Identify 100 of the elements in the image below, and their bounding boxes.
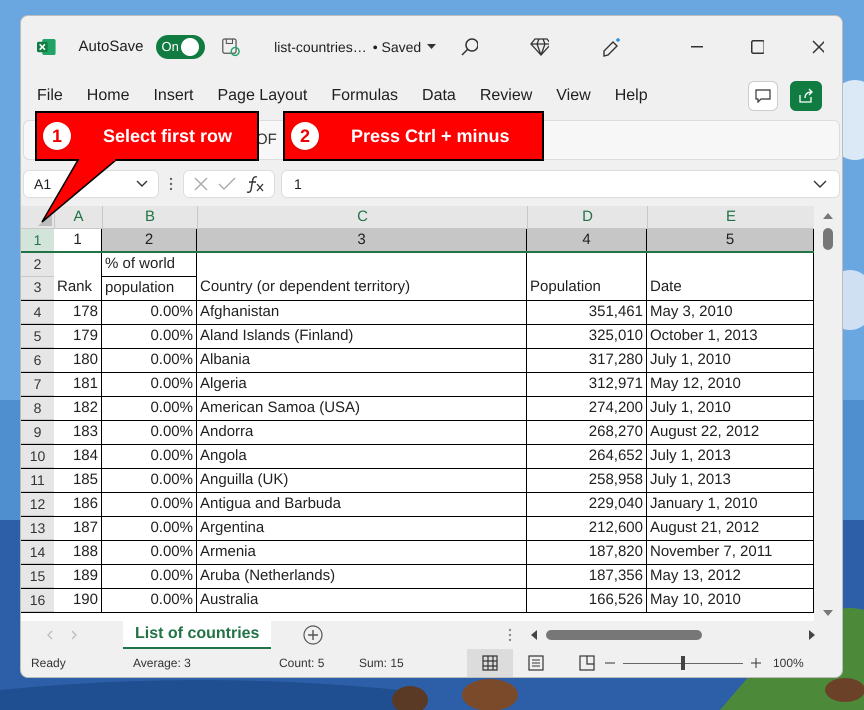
scroll-left-icon[interactable] xyxy=(530,629,538,641)
column-header[interactable]: D xyxy=(527,206,647,228)
menu-item[interactable]: Home xyxy=(76,84,140,108)
zoom-slider[interactable] xyxy=(623,656,743,670)
column-header[interactable]: C xyxy=(197,206,527,228)
table-cell: Andorra xyxy=(197,421,527,444)
menu-item[interactable]: Page Layout xyxy=(207,84,318,108)
chevron-down-icon xyxy=(136,180,148,188)
table-cell: 0.00% xyxy=(102,493,197,516)
zoom-in-icon[interactable] xyxy=(751,658,761,668)
menu-item[interactable]: File xyxy=(27,84,73,108)
scroll-down-icon[interactable] xyxy=(822,609,834,617)
status-text: Average: 3 xyxy=(133,655,192,672)
excel-logo-icon[interactable] xyxy=(37,37,56,57)
table-cell: 0.00% xyxy=(102,565,197,588)
formula-field[interactable]: 1 xyxy=(281,170,840,198)
table-cell: 312,971 xyxy=(527,373,647,396)
table-cell: 180 xyxy=(54,349,102,372)
maximize-icon[interactable] xyxy=(751,40,764,54)
checkmark-icon[interactable] xyxy=(218,177,236,191)
scroll-right-icon[interactable] xyxy=(808,629,816,641)
row-header[interactable]: 11 xyxy=(21,469,54,492)
chevron-down-icon xyxy=(813,180,827,188)
table-cell: 274,200 xyxy=(527,397,647,420)
row-header[interactable]: 5 xyxy=(21,325,54,348)
table-cell: 2 xyxy=(102,229,197,251)
pen-sparkle-icon[interactable] xyxy=(601,36,621,58)
table-cell: 184 xyxy=(54,445,102,468)
status-text: Count: 5 xyxy=(279,655,326,672)
table-cell: 185 xyxy=(54,469,102,492)
row-header[interactable]: 14 xyxy=(21,541,54,564)
comment-icon xyxy=(755,89,771,103)
table-cell: 187 xyxy=(54,517,102,540)
menu-item[interactable]: Data xyxy=(412,84,466,108)
share-icon xyxy=(798,88,814,104)
status-text: Sum: 15 xyxy=(359,655,405,672)
table-cell: Aruba (Netherlands) xyxy=(197,565,527,588)
row-header[interactable]: 9 xyxy=(21,421,54,444)
menu-item[interactable]: Help xyxy=(604,84,658,108)
table-cell: 166,526 xyxy=(527,589,647,612)
row-header[interactable]: 13 xyxy=(21,517,54,540)
table-cell: 264,652 xyxy=(527,445,647,468)
row-header[interactable]: 6 xyxy=(21,349,54,372)
menu-item[interactable]: View xyxy=(546,84,601,108)
more-options-icon[interactable] xyxy=(169,177,173,191)
table-cell: 179 xyxy=(54,325,102,348)
row-header[interactable]: 2 xyxy=(21,253,54,276)
column-header[interactable]: B xyxy=(102,206,197,228)
row-header[interactable]: 16 xyxy=(21,589,54,612)
share-button[interactable] xyxy=(790,81,822,111)
file-name-dropdown[interactable]: list-countries… • Saved xyxy=(274,36,436,58)
table-cell: Angola xyxy=(197,445,527,468)
row-header[interactable]: 7 xyxy=(21,373,54,396)
search-icon[interactable] xyxy=(460,37,478,57)
table-cell: 4 xyxy=(527,229,647,251)
diamond-icon[interactable] xyxy=(530,37,550,57)
scroll-up-icon[interactable] xyxy=(822,212,834,220)
table-cell: Antigua and Barbuda xyxy=(197,493,527,516)
scroll-thumb[interactable] xyxy=(546,630,702,640)
menu-item[interactable]: Review xyxy=(470,84,542,108)
table-cell: 187,356 xyxy=(527,565,647,588)
table-cell: 181 xyxy=(54,373,102,396)
comments-button[interactable] xyxy=(748,81,778,111)
scroll-thumb[interactable] xyxy=(823,228,834,250)
table-cell: 178 xyxy=(54,301,102,324)
table-cell: 258,958 xyxy=(527,469,647,492)
menu-item[interactable]: Insert xyxy=(143,84,204,108)
sheet-tab[interactable]: List of countries xyxy=(123,621,272,649)
table-cell: 5 xyxy=(647,229,814,251)
close-icon[interactable] xyxy=(812,40,824,54)
row-header[interactable]: 10 xyxy=(21,445,54,468)
menu-item[interactable]: Formulas xyxy=(321,84,408,108)
normal-view-button[interactable] xyxy=(467,649,513,677)
page-break-view-icon[interactable] xyxy=(579,655,595,671)
row-header[interactable]: 3 xyxy=(21,276,54,300)
row-header[interactable]: 15 xyxy=(21,565,54,588)
row-header[interactable]: 1 xyxy=(21,229,54,251)
table-cell: 0.00% xyxy=(102,349,197,372)
autosave-toggle[interactable]: On xyxy=(156,35,205,59)
slider-thumb[interactable] xyxy=(681,656,685,670)
table-cell: 0.00% xyxy=(102,373,197,396)
table-cell-text: population xyxy=(104,278,176,298)
table-cell: Aland Islands (Finland) xyxy=(197,325,527,348)
table-cell: Argentina xyxy=(197,517,527,540)
zoom-level: 100% xyxy=(773,655,804,672)
table-cell: Anguilla (UK) xyxy=(197,469,527,492)
table-cell: 188 xyxy=(54,541,102,564)
row-header[interactable]: 4 xyxy=(21,301,54,324)
minimize-icon[interactable] xyxy=(690,46,704,48)
row-header[interactable]: 12 xyxy=(21,493,54,516)
add-sheet-icon[interactable] xyxy=(303,625,324,645)
function-icon[interactable] xyxy=(245,175,266,193)
row-header[interactable]: 8 xyxy=(21,397,54,420)
table-cell: Algeria xyxy=(197,373,527,396)
save-sync-icon[interactable] xyxy=(220,36,240,58)
table-cell: Country (or dependent territory) xyxy=(197,253,527,300)
callout-text: Press Ctrl + minus xyxy=(350,124,510,148)
table-cell: 0.00% xyxy=(102,589,197,612)
table-cell: Australia xyxy=(197,589,527,612)
splitter-icon[interactable] xyxy=(508,628,512,642)
